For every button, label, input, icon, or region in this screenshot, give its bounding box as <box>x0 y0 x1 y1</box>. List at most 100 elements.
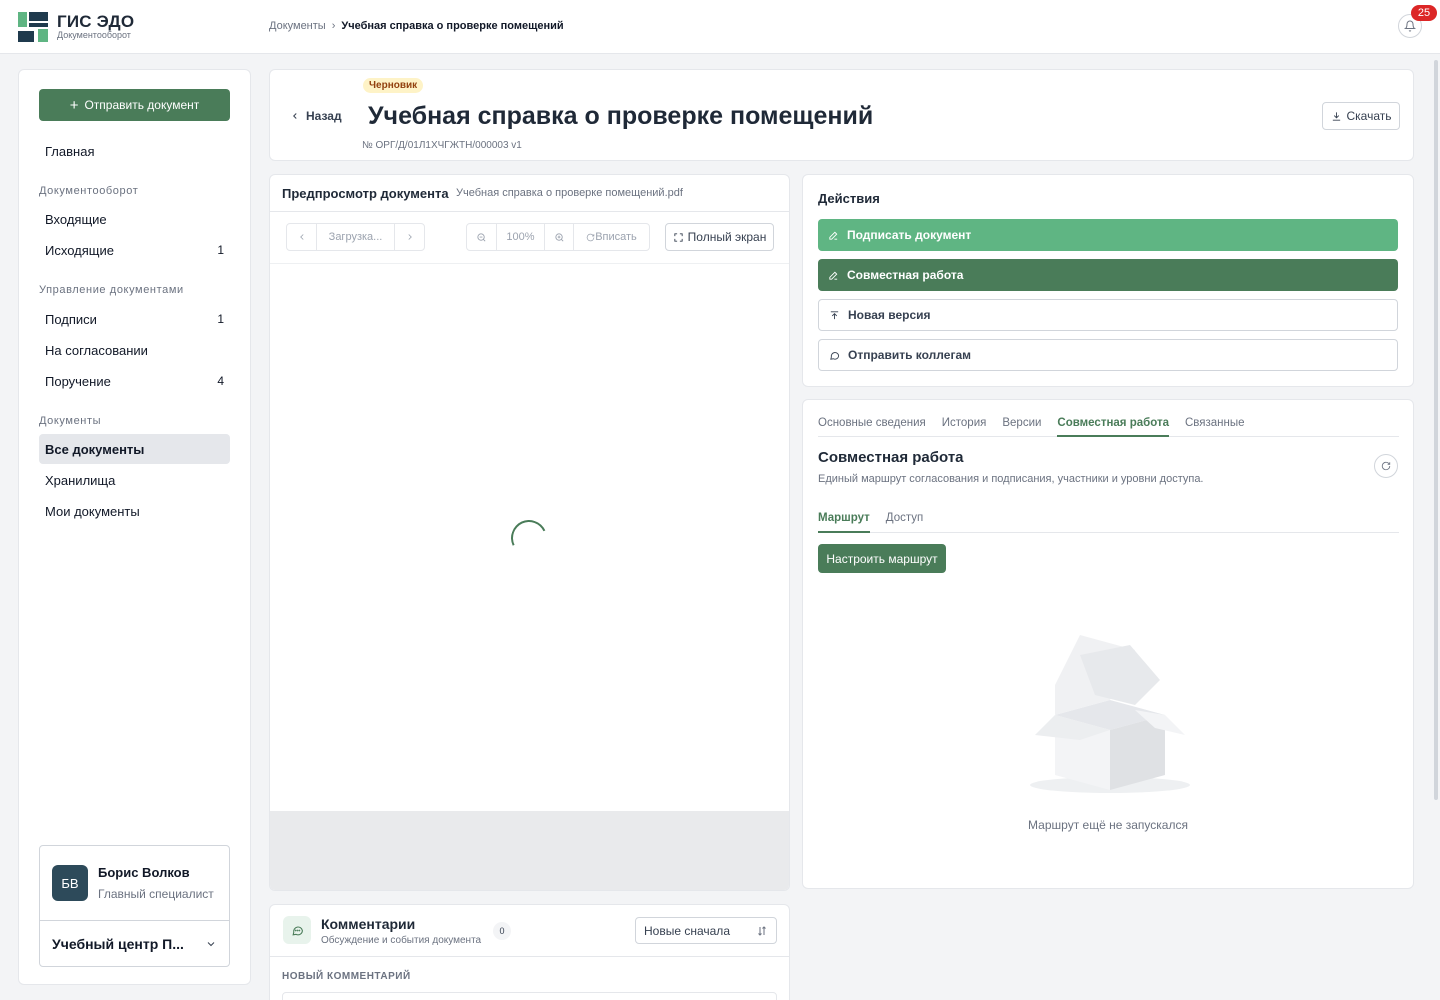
send-to-colleagues-button[interactable]: Отправить коллегам <box>818 339 1398 371</box>
comments-sort-select[interactable]: Новые сначала <box>635 917 777 944</box>
org-selector[interactable]: Учебный центр П... <box>40 920 229 967</box>
bell-icon <box>1404 20 1416 32</box>
chevron-right-icon <box>407 234 412 240</box>
new-version-button[interactable]: Новая версия <box>818 299 1398 331</box>
fullscreen-button[interactable]: Полный экран <box>665 223 774 251</box>
zoom-controls: 100% Вписать <box>466 223 650 251</box>
comments-panel: Комментарии Обсуждение и события докумен… <box>269 904 790 1000</box>
sign-document-label: Подписать документ <box>847 228 972 242</box>
logo-icon[interactable] <box>18 12 48 42</box>
tab-general[interactable]: Основные сведения <box>818 410 926 437</box>
comments-subtitle: Обсуждение и события документа <box>321 935 482 946</box>
zoom-in-icon <box>554 232 563 241</box>
sidebar-item-outgoing[interactable]: Исходящие 1 <box>39 235 230 265</box>
preview-title: Предпросмотр документа <box>282 186 449 201</box>
sidebar-item-home[interactable]: Главная <box>39 136 230 166</box>
prev-page-button[interactable] <box>287 224 317 250</box>
send-document-button[interactable]: + Отправить документ <box>39 89 230 121</box>
fullscreen-label: Полный экран <box>687 230 767 244</box>
page-navigation: Загрузка... <box>286 223 425 251</box>
new-version-label: Новая версия <box>848 308 931 322</box>
sidebar-item-all-documents[interactable]: Все документы <box>39 434 230 464</box>
sidebar-item-approval[interactable]: На согласовании <box>39 335 230 365</box>
loading-spinner <box>505 514 553 562</box>
divider <box>270 211 789 212</box>
sign-document-button[interactable]: Подписать документ <box>818 219 1398 251</box>
sidebar-item-my-documents[interactable]: Мои документы <box>39 496 230 526</box>
sort-icon <box>758 925 766 936</box>
sidebar-item-label: Поручение <box>45 373 111 389</box>
fit-button[interactable]: Вписать <box>574 224 649 250</box>
zoom-out-button[interactable] <box>467 224 497 250</box>
configure-route-button[interactable]: Настроить маршрут <box>818 544 946 573</box>
tab-collaboration[interactable]: Совместная работа <box>1057 410 1169 437</box>
chevron-left-icon <box>299 234 304 240</box>
refresh-icon <box>586 233 595 241</box>
next-page-button[interactable] <box>395 224 424 250</box>
pen-icon <box>829 271 838 280</box>
refresh-icon <box>1381 461 1391 471</box>
tab-history[interactable]: История <box>942 410 987 437</box>
sidebar-item-label: Все документы <box>45 441 145 457</box>
subtab-access[interactable]: Доступ <box>886 504 923 533</box>
zoom-in-button[interactable] <box>545 224 574 250</box>
top-header: ГИС ЭДО Документооборот Документы › Учеб… <box>0 0 1440 54</box>
zoom-out-icon <box>477 232 486 241</box>
tab-related[interactable]: Связанные <box>1185 410 1245 437</box>
breadcrumb: Документы › Учебная справка о проверке п… <box>269 20 564 32</box>
page-scrollbar[interactable] <box>1434 60 1438 800</box>
sidebar-item-count: 1 <box>217 243 224 257</box>
user-card: БВ Борис Волков Главный специалист Учебн… <box>39 845 230 967</box>
upload-icon <box>830 310 839 319</box>
sidebar-item-label: Исходящие <box>45 242 114 258</box>
page-title: Учебная справка о проверке помещений <box>368 102 874 130</box>
breadcrumb-separator: › <box>331 20 336 32</box>
sidebar-item-storage[interactable]: Хранилища <box>39 465 230 495</box>
new-comment-input[interactable] <box>282 992 777 1000</box>
sidebar-item-signatures[interactable]: Подписи 1 <box>39 304 230 334</box>
download-icon <box>1332 111 1340 121</box>
document-header: Назад Черновик Учебная справка о проверк… <box>269 69 1414 161</box>
document-preview: Предпросмотр документа Учебная справка о… <box>269 174 790 891</box>
comments-count-badge: 0 <box>493 922 511 940</box>
plus-icon: + <box>69 96 79 114</box>
send-document-label: Отправить документ <box>84 98 200 112</box>
sidebar-item-assignments[interactable]: Поручение 4 <box>39 366 230 396</box>
sidebar-item-label: Входящие <box>45 211 107 227</box>
empty-state-text: Маршрут ещё не запускался <box>1028 818 1188 832</box>
send-to-colleagues-label: Отправить коллегам <box>848 348 971 362</box>
sidebar-section-title: Документооборот <box>39 185 139 197</box>
status-badge: Черновик <box>363 78 424 93</box>
sidebar-section-title: Документы <box>39 415 102 427</box>
divider <box>270 956 789 957</box>
sidebar: + Отправить документ Главная Документооб… <box>18 69 251 985</box>
fullscreen-icon <box>674 232 683 242</box>
back-button[interactable]: Назад <box>290 109 342 123</box>
sidebar-item-label: На согласовании <box>45 342 148 358</box>
empty-box-icon <box>1030 635 1190 793</box>
sidebar-item-incoming[interactable]: Входящие <box>39 204 230 234</box>
refresh-button[interactable] <box>1374 454 1398 478</box>
collaboration-button[interactable]: Совместная работа <box>818 259 1398 291</box>
fit-label: Вписать <box>595 231 637 243</box>
zoom-level: 100% <box>497 224 545 250</box>
sidebar-item-label: Мои документы <box>45 503 140 519</box>
chevron-left-icon <box>293 113 297 119</box>
actions-title: Действия <box>818 191 880 206</box>
tab-versions[interactable]: Версии <box>1002 410 1041 437</box>
sort-label: Новые сначала <box>644 923 730 938</box>
back-label: Назад <box>306 109 342 123</box>
download-button[interactable]: Скачать <box>1322 102 1400 130</box>
preview-filename: Учебная справка о проверке помещений.pdf <box>456 187 683 199</box>
page-field[interactable]: Загрузка... <box>317 224 395 250</box>
details-tabs: Основные сведения История Версии Совмест… <box>818 410 1399 437</box>
logo-subtitle: Документооборот <box>57 30 131 40</box>
comments-title: Комментарии <box>321 916 416 932</box>
chevron-down-icon <box>207 942 215 947</box>
subtab-route[interactable]: Маршрут <box>818 504 870 533</box>
user-name: Борис Волков <box>98 865 190 880</box>
preview-footer <box>270 811 789 890</box>
collaboration-label: Совместная работа <box>847 268 964 282</box>
section-description: Единый маршрут согласования и подписания… <box>818 473 1204 485</box>
breadcrumb-documents-link[interactable]: Документы <box>269 20 326 32</box>
